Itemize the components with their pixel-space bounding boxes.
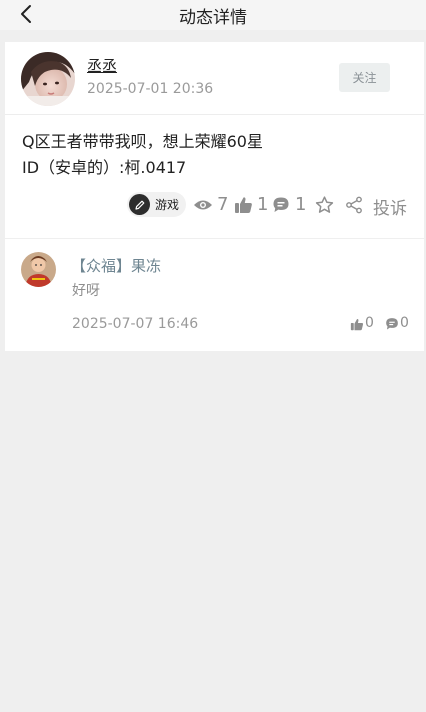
- author-avatar[interactable]: [21, 52, 75, 106]
- comment-author-avatar[interactable]: [21, 252, 56, 287]
- comment-reply-count: 0: [400, 315, 409, 331]
- comment-list: 【众福】果冻 好呀 2025-07-07 16:46 0 0: [5, 239, 424, 351]
- pencil-icon: [129, 194, 150, 215]
- star-icon[interactable]: [314, 195, 334, 215]
- post-card: 丞丞 2025-07-01 20:36 关注 Q区王者带带我呗，想上荣耀60星 …: [5, 42, 424, 238]
- post-timestamp: 2025-07-01 20:36: [87, 81, 214, 97]
- eye-icon: [193, 195, 213, 215]
- post-action-bar: 游戏 7 1 1 投诉: [5, 192, 424, 219]
- tag-chip-game[interactable]: 游戏: [127, 192, 186, 217]
- post-content-line: Q区王者带带我呗，想上荣耀60星: [22, 132, 263, 151]
- comment-like-count: 0: [365, 315, 374, 331]
- comment-bubble-icon[interactable]: [271, 195, 291, 215]
- comment-author-name[interactable]: 【众福】果冻: [71, 255, 161, 276]
- top-bar: 动态详情: [0, 0, 426, 30]
- comment-timestamp: 2025-07-07 16:46: [72, 316, 199, 332]
- divider: [5, 114, 424, 115]
- page-title: 动态详情: [179, 8, 247, 28]
- thumbs-up-icon[interactable]: [350, 317, 364, 331]
- share-icon[interactable]: [344, 195, 364, 215]
- like-count: 1: [257, 194, 269, 215]
- follow-button[interactable]: 关注: [339, 63, 390, 92]
- view-count: 7: [217, 194, 229, 215]
- tag-label: 游戏: [155, 198, 180, 212]
- thumbs-up-icon[interactable]: [233, 195, 253, 215]
- post-content-line: ID（安卓的）:柯.0417: [22, 158, 187, 177]
- complain-button[interactable]: 投诉: [373, 194, 407, 219]
- avatar-photo-icon: [21, 52, 75, 106]
- author-name[interactable]: 丞丞: [87, 55, 117, 76]
- comment-bubble-icon[interactable]: [385, 317, 399, 331]
- comment-text: 好呀: [72, 283, 100, 299]
- avatar-photo-icon: [21, 252, 56, 287]
- comment-count: 1: [295, 194, 307, 215]
